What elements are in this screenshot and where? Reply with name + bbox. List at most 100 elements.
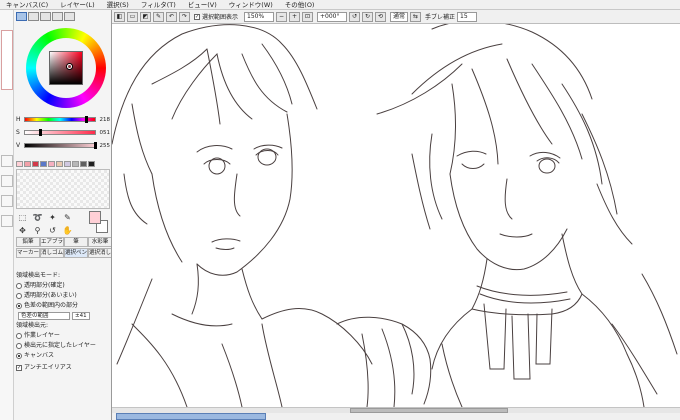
color-range-value[interactable]: ±41 [72, 312, 90, 320]
brush-tab-brush[interactable]: 筆 [64, 237, 88, 247]
value-slider[interactable] [24, 142, 97, 149]
hue-value: 218 [99, 116, 111, 123]
antialias-option[interactable]: ✓ アンチエイリアス [16, 363, 111, 373]
saturation-value: 051 [99, 129, 111, 136]
rotate-right-icon[interactable]: ↻ [362, 11, 374, 22]
value-value: 255 [99, 142, 111, 149]
toolbar-invert-icon[interactable]: ◩ [140, 11, 151, 22]
hue-slider[interactable] [24, 116, 96, 123]
color-wheel-mode-button[interactable] [16, 12, 27, 21]
toolbar-pen-icon[interactable]: ✎ [153, 11, 164, 22]
mode-option-transparent-fuzzy[interactable]: 透明部分(あいまい) [16, 291, 111, 301]
hue-color-wheel[interactable] [26, 28, 106, 108]
toolbar-new-icon[interactable]: ◧ [114, 11, 125, 22]
swatch-mode-button[interactable] [52, 12, 63, 21]
strip-button[interactable] [1, 175, 13, 187]
color-swatch[interactable] [72, 161, 79, 167]
menu-filter[interactable]: フィルタ(T) [135, 0, 182, 10]
strip-button[interactable] [1, 215, 13, 227]
color-swatch[interactable] [24, 161, 31, 167]
color-swatch[interactable] [56, 161, 63, 167]
radio-button[interactable] [16, 343, 22, 349]
source-option-working-layer[interactable]: 作業レイヤー [16, 331, 111, 341]
swatch-grid[interactable] [16, 169, 110, 209]
rgb-slider-mode-button[interactable] [28, 12, 39, 21]
menu-view[interactable]: ビュー(V) [182, 0, 223, 10]
stabilizer-label: 手ブレ補正 [425, 14, 456, 21]
hsv-slider-mode-button[interactable] [40, 12, 51, 21]
menu-selection[interactable]: 選択(S) [101, 0, 135, 10]
document-tab[interactable] [116, 413, 266, 420]
source-option-specified-layer[interactable]: 検出元に指定したレイヤー [16, 341, 111, 351]
zoom-out-icon[interactable]: − [276, 11, 288, 22]
toolbar-undo-icon[interactable]: ↶ [166, 11, 177, 22]
menu-other[interactable]: その他(O) [279, 0, 321, 10]
brush-tab-select-eraser[interactable]: 選択消し [88, 248, 111, 258]
saturation-value-square[interactable] [49, 51, 83, 85]
menu-canvas[interactable]: キャンバス(C) [0, 0, 54, 10]
selection-show-label: 選択範囲表示 [202, 14, 239, 21]
mode-option-color-range[interactable]: 色差の範囲内の部分 [16, 301, 111, 311]
rotation-angle[interactable]: +000° [317, 11, 348, 22]
color-swatch[interactable] [80, 161, 87, 167]
radio-button-selected[interactable] [16, 303, 22, 309]
saturation-slider-thumb[interactable] [39, 129, 42, 136]
radio-button[interactable] [16, 333, 22, 339]
selection-show-checkbox[interactable]: ✓ [194, 13, 200, 20]
color-swatch[interactable] [40, 161, 47, 167]
brush-tab-eraser[interactable]: 消しゴム [40, 248, 64, 258]
rotate-icon[interactable]: ↺ [46, 225, 59, 236]
zoom-icon[interactable]: ⚲ [31, 225, 44, 236]
color-swatch[interactable] [88, 161, 95, 167]
strip-button[interactable] [1, 155, 13, 167]
brush-tab-pencil[interactable]: 鉛筆 [16, 237, 40, 247]
brush-tab-marker[interactable]: マーカー [16, 248, 40, 258]
color-swatch[interactable] [48, 161, 55, 167]
stabilizer-value[interactable]: 15 [457, 11, 478, 22]
brush-tab-select-pen[interactable]: 選択ペン [64, 248, 88, 258]
color-picker-cursor[interactable] [67, 64, 72, 69]
strip-button[interactable] [1, 195, 13, 207]
foreground-color[interactable] [89, 211, 101, 224]
menu-bar: キャンバス(C) レイヤー(L) 選択(S) フィルタ(T) ビュー(V) ウィ… [0, 0, 680, 10]
color-swatch[interactable] [16, 161, 23, 167]
lasso-icon[interactable]: ➰ [31, 212, 44, 223]
toolbar-deselect-icon[interactable]: ▭ [127, 11, 138, 22]
brush-tab-watercolor[interactable]: 水彩筆 [88, 237, 111, 247]
color-range-label[interactable]: 色差の範囲 [18, 312, 70, 320]
rotate-left-icon[interactable]: ↺ [349, 11, 361, 22]
hand-icon[interactable]: ✋ [61, 225, 74, 236]
detect-mode-heading: 領域検出モード: [16, 272, 61, 279]
source-option-canvas[interactable]: キャンバス [16, 351, 111, 361]
mode-option-transparent[interactable]: 透明部分(確定) [16, 281, 111, 291]
value-slider-thumb[interactable] [94, 142, 97, 149]
toolbar-redo-icon[interactable]: ↷ [179, 11, 190, 22]
move-icon[interactable]: ✥ [16, 225, 29, 236]
menu-window[interactable]: ウィンドウ(W) [223, 0, 279, 10]
zoom-in-icon[interactable]: + [289, 11, 301, 22]
hue-slider-thumb[interactable] [85, 116, 88, 123]
hue-slider-label: H [16, 116, 21, 123]
color-swatch[interactable] [32, 161, 39, 167]
navigator-preview[interactable] [1, 30, 13, 90]
left-edge-strip [0, 10, 14, 420]
rect-select-icon[interactable]: ⬚ [16, 212, 29, 223]
scratchpad-mode-button[interactable] [64, 12, 75, 21]
radio-button-selected[interactable] [16, 353, 22, 359]
rotate-reset-icon[interactable]: ⟲ [375, 11, 387, 22]
zoom-level[interactable]: 150% [244, 11, 275, 22]
zoom-reset-icon[interactable]: ⊡ [302, 11, 314, 22]
flip-icon[interactable]: ⇆ [410, 11, 422, 22]
magic-wand-icon[interactable]: ✦ [46, 212, 59, 223]
tool-palette: ⬚ ➰ ✦ ✎ ✥ ⚲ ↺ ✋ [16, 212, 86, 236]
brush-tab-airbrush[interactable]: エアブラシ [40, 237, 64, 247]
color-swatch[interactable] [64, 161, 71, 167]
radio-button[interactable] [16, 283, 22, 289]
blend-mode[interactable]: 通常 [390, 11, 409, 22]
eyedropper-icon[interactable]: ✎ [61, 212, 74, 223]
menu-layer[interactable]: レイヤー(L) [54, 0, 101, 10]
saturation-slider[interactable] [24, 129, 96, 136]
radio-button[interactable] [16, 293, 22, 299]
drawing-canvas[interactable] [112, 24, 680, 407]
antialias-checkbox[interactable]: ✓ [16, 365, 22, 371]
